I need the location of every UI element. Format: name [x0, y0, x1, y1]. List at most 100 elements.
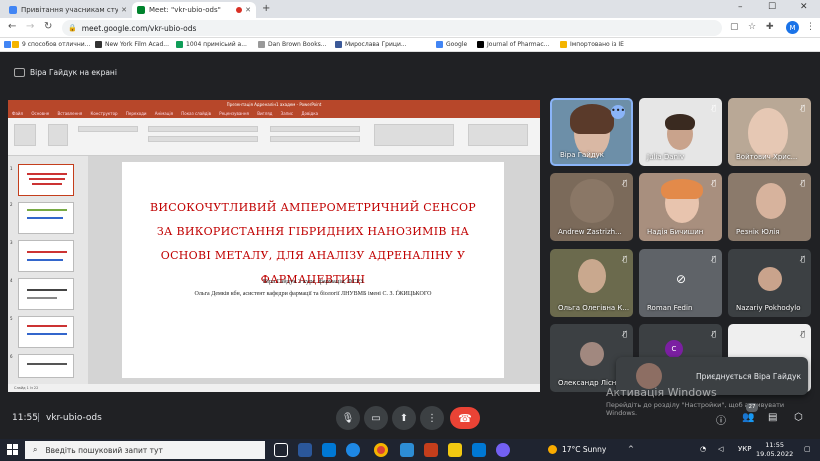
bookmark-label: Імпортовано із IE	[570, 41, 624, 48]
bookmark-label: 9 способов отлични...	[22, 41, 91, 48]
mic-button[interactable]: 🎙	[336, 406, 360, 430]
bookmark-item[interactable]: Dan Brown Books...	[258, 41, 327, 48]
slide-editor: ВИСОКОЧУТЛИВИЙ АМПЕРОМЕТРИЧНИЙ СЕНСОР ЗА…	[88, 156, 540, 384]
slide-layout-controls	[78, 126, 138, 132]
mic-off-icon: 🎙̸	[800, 179, 805, 187]
powerpoint-icon[interactable]	[424, 443, 438, 457]
new-tab-button[interactable]: +	[262, 3, 270, 14]
participant-name: Віра Гайдук	[560, 151, 605, 159]
participant-tile[interactable]: 🎙̸ Julia Daniv	[639, 98, 722, 166]
more-options-button[interactable]: ⋮	[420, 406, 444, 430]
language-indicator[interactable]: УКР	[738, 445, 751, 453]
weather-widget[interactable]: 17°C Sunny	[548, 445, 606, 454]
camera-off-icon: ⊘	[675, 272, 687, 286]
participant-tile[interactable]: ⊘ 🎙̸ Roman Fedin	[639, 249, 722, 317]
new-slide-icon	[48, 124, 68, 146]
participant-tile[interactable]: 🎙̸ Надія Бичишин	[639, 173, 722, 241]
bookmark-star-icon[interactable]: ☆	[748, 22, 756, 32]
url-text: meet.google.com/vkr-ubio-ods	[81, 23, 197, 33]
bookmark-item[interactable]: Journal of Pharmac...	[477, 41, 549, 48]
taskbar-search-input[interactable]: ⌕ Введіть пошуковий запит тут	[25, 441, 265, 459]
bookmark-item[interactable]: Імпортовано із IE	[560, 41, 624, 48]
network-icon[interactable]: ◔	[700, 445, 706, 453]
participant-video	[570, 179, 614, 223]
tray-chevron-icon[interactable]: ^	[628, 445, 634, 453]
reload-icon[interactable]: ↻	[44, 21, 52, 32]
search-placeholder: Введіть пошуковий запит тут	[45, 445, 163, 455]
bookmark-label: Мирослава Грици...	[345, 41, 407, 48]
back-icon[interactable]: ←	[8, 21, 16, 32]
participant-tile[interactable]: ••• Віра Гайдук	[550, 98, 633, 166]
bookmark-label: Journal of Pharmac...	[487, 41, 550, 48]
participant-tile[interactable]: 🎙̸ Nazariy Pokhodylo	[728, 249, 811, 317]
camera-button[interactable]: ▭	[364, 406, 388, 430]
mic-off-icon: 🎙̸	[622, 179, 627, 187]
close-tab-icon[interactable]: ✕	[245, 6, 251, 14]
mic-off-icon: 🎙̸	[711, 104, 716, 112]
participant-video	[665, 114, 695, 130]
participant-tile[interactable]: 🎙̸ Andrew Zastrizh...	[550, 173, 633, 241]
ppt-status-bar: Слайд 1 із 22	[8, 384, 540, 392]
clock-date: 19.05.2022	[756, 450, 794, 458]
ppt-tab: Довідка	[301, 111, 319, 116]
bookmark-item[interactable]: Google	[436, 41, 467, 48]
camera-permission-icon[interactable]: ▢	[730, 22, 739, 32]
windows-start-icon[interactable]	[7, 444, 18, 455]
ppt-tab: Рецензування	[219, 111, 249, 116]
participant-avatar	[758, 267, 782, 291]
notifications-icon[interactable]: ▢	[804, 445, 811, 453]
participant-tile[interactable]: 🎙̸ Резнік Юлія	[728, 173, 811, 241]
bookmark-item[interactable]: 1004 примісьий а...	[176, 41, 247, 48]
meeting-details-icon[interactable]: ⓘ	[716, 412, 726, 427]
address-bar-row: ← → ↻ 🔒 meet.google.com/vkr-ubio-ods ▢ ☆…	[0, 18, 820, 38]
chrome-icon[interactable]	[374, 443, 388, 457]
more-options-icon[interactable]: •••	[611, 105, 625, 119]
present-button[interactable]: ⬆	[392, 406, 416, 430]
meet-header: Віра Гайдук на екрані	[0, 52, 820, 92]
word-icon[interactable]	[298, 443, 312, 457]
url-field[interactable]: 🔒 meet.google.com/vkr-ubio-ods	[62, 20, 722, 36]
ppt-tab: Показ слайдів	[181, 111, 212, 116]
profile-avatar[interactable]: M	[786, 21, 799, 34]
task-view-icon[interactable]	[274, 443, 288, 457]
taskbar-clock[interactable]: 11:55 19.05.2022	[756, 441, 793, 459]
leave-call-button[interactable]: ☎	[450, 407, 480, 429]
tab-title: Привітання учасникам студент	[21, 6, 119, 14]
current-slide: ВИСОКОЧУТЛИВИЙ АМПЕРОМЕТРИЧНИЙ СЕНСОР ЗА…	[122, 162, 504, 378]
activities-icon[interactable]: ⬡	[794, 412, 803, 423]
volume-icon[interactable]: ◁	[718, 445, 723, 453]
explorer-icon[interactable]	[322, 443, 336, 457]
participant-tile[interactable]: 🎙̸ Войтович Хрис...	[728, 98, 811, 166]
slide-thumbnail	[18, 202, 74, 234]
people-icon[interactable]: 👥	[742, 412, 754, 423]
maximize-icon[interactable]: ☐	[768, 2, 776, 12]
bookmark-item[interactable]: Мирослава Грици...	[335, 41, 407, 48]
close-tab-icon[interactable]: ✕	[121, 6, 127, 14]
bookmark-item[interactable]: New York Film Acad...	[95, 41, 169, 48]
file-explorer-icon[interactable]	[448, 443, 462, 457]
store-icon[interactable]	[472, 443, 486, 457]
ppt-tab: Вигляд	[257, 111, 273, 116]
participant-tile[interactable]: 🎙̸ Ольга Олегівна К...	[550, 249, 633, 317]
forward-icon[interactable]: →	[26, 21, 34, 32]
chat-icon[interactable]: ▤	[768, 412, 777, 423]
slide-thumbnail	[18, 240, 74, 272]
photoshop-icon[interactable]	[400, 443, 414, 457]
participant-name: Roman Fedin	[647, 304, 693, 312]
extensions-icon[interactable]: ✚	[766, 22, 774, 32]
browser-tab[interactable]: Привітання учасникам студент ✕	[4, 2, 132, 18]
thumb-number: 4	[10, 278, 13, 283]
ppt-tab: Переходи	[125, 111, 147, 116]
meeting-code: vkr-ubio-ods	[46, 413, 102, 423]
ppt-ribbon-tabs: Файл Основне Вставлення Конструктор Пере…	[8, 109, 540, 118]
participant-video	[578, 259, 606, 293]
viber-icon[interactable]	[496, 443, 510, 457]
edge-icon[interactable]	[346, 443, 360, 457]
browser-tab-active[interactable]: Meet: "vkr-ubio-ods" ✕	[132, 2, 256, 18]
participant-video	[756, 183, 786, 219]
browser-menu-icon[interactable]: ⋮	[806, 22, 815, 32]
thumb-number: 3	[10, 240, 13, 245]
close-window-icon[interactable]: ✕	[800, 2, 808, 12]
minimize-icon[interactable]: –	[738, 2, 743, 12]
bookmark-item[interactable]: 9 способов отлични...	[12, 41, 90, 48]
